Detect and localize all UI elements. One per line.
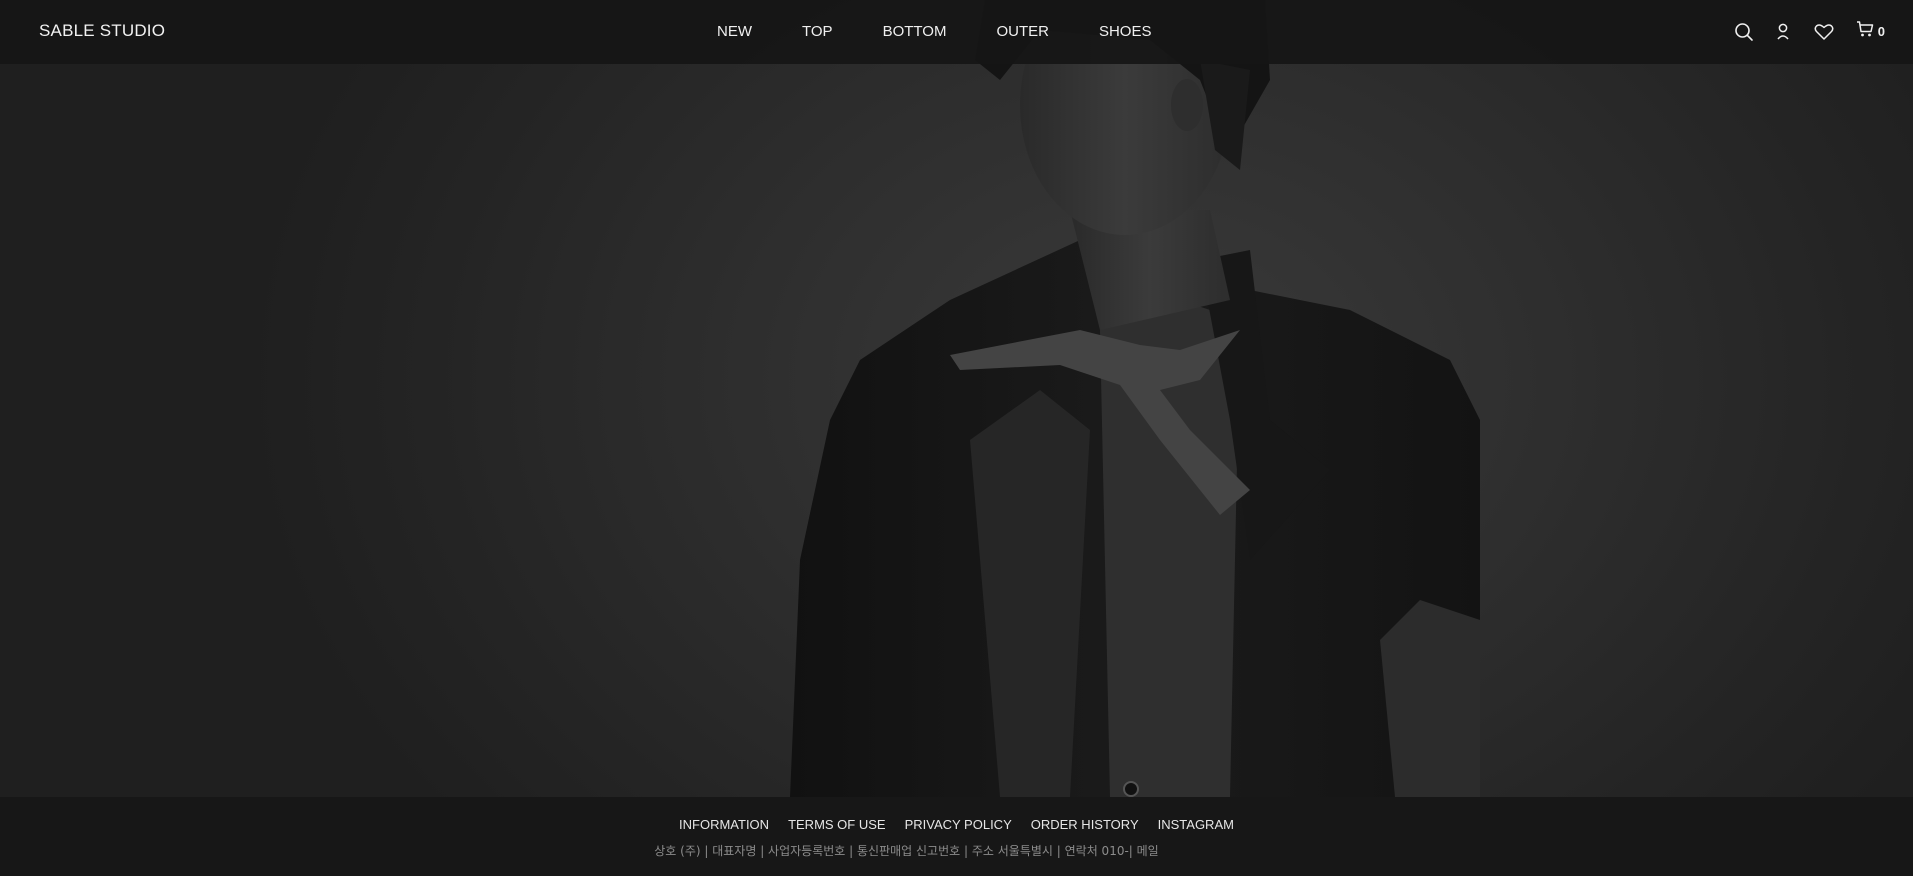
user-icon[interactable] [1776,23,1790,41]
cart-count: 0 [1877,24,1885,39]
page: SABLE STUDIO NEW TOP BOTTOM OUTER SHOES [0,0,1913,876]
heart-icon[interactable] [1814,23,1834,41]
header-icons: 0 [1734,20,1885,43]
footer-link-privacy[interactable]: PRIVACY POLICY [905,817,1012,832]
footer-link-information[interactable]: INFORMATION [679,817,769,832]
cart-button[interactable]: 0 [1856,20,1885,43]
footer-link-terms[interactable]: TERMS OF USE [788,817,886,832]
nav-item-outer[interactable]: OUTER [996,23,1049,40]
hero-photo [790,0,1480,797]
cart-icon [1856,20,1874,43]
nav-item-new[interactable]: NEW [717,23,752,40]
site-logo[interactable]: SABLE STUDIO [39,21,165,41]
company-info: 상호 (주) | 대표자명 | 사업자등록번호 | 통신판매업 신고번호 | 주… [654,844,1159,858]
footer-link-order-history[interactable]: ORDER HISTORY [1031,817,1139,832]
hero-image[interactable] [0,0,1913,797]
site-footer: INFORMATION TERMS OF USE PRIVACY POLICY … [0,797,1913,876]
nav-item-shoes[interactable]: SHOES [1099,23,1152,40]
footer-links: INFORMATION TERMS OF USE PRIVACY POLICY … [0,817,1913,832]
footer-link-instagram[interactable]: INSTAGRAM [1158,817,1234,832]
site-header: SABLE STUDIO NEW TOP BOTTOM OUTER SHOES [0,0,1913,64]
search-icon[interactable] [1734,22,1754,42]
main-nav: NEW TOP BOTTOM OUTER SHOES [717,23,1151,40]
nav-item-top[interactable]: TOP [802,23,833,40]
nav-item-bottom[interactable]: BOTTOM [883,23,947,40]
